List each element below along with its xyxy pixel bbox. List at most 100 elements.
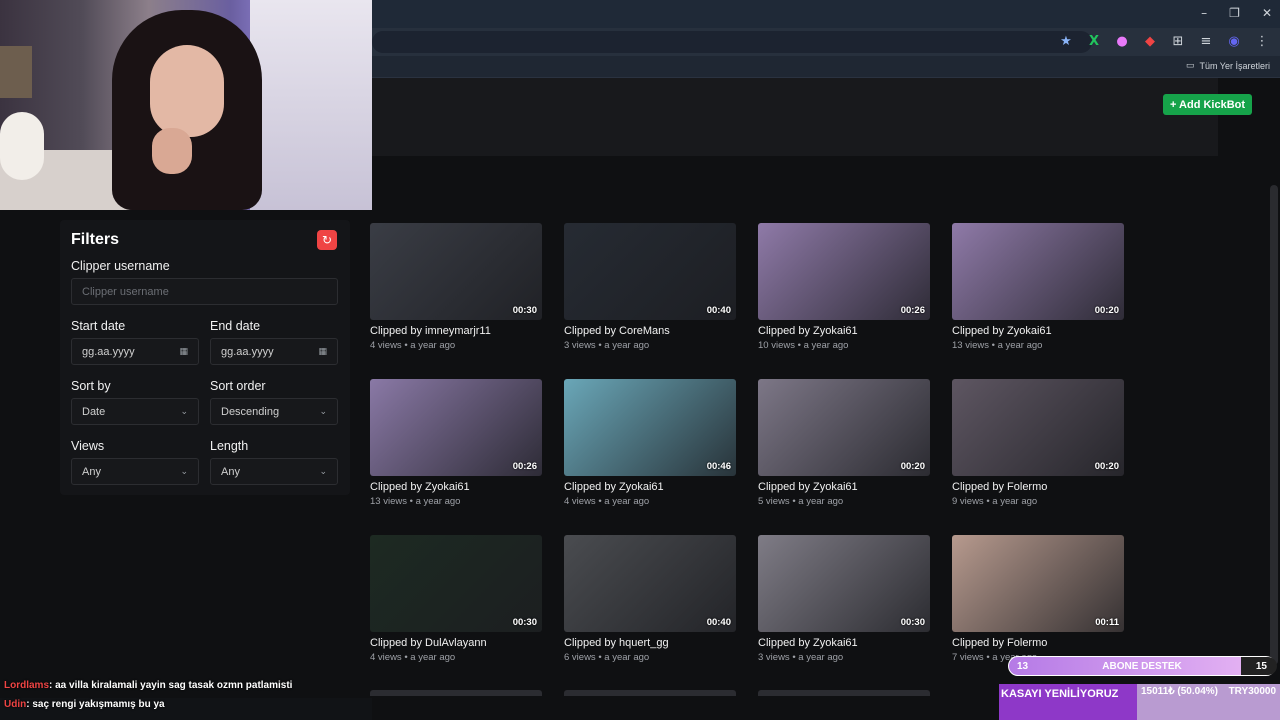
- clip-card[interactable]: 00:20 Clipped by Zyokai61 13 views • a yea…: [952, 223, 1124, 351]
- clip-duration: 00:40: [706, 305, 731, 316]
- goal-label: KASAYI YENİLİYORUZ: [999, 684, 1137, 720]
- clip-meta: 5 views • a year ago: [758, 496, 844, 507]
- chevron-down-icon: ⌄: [180, 466, 188, 477]
- sort-order-select[interactable]: Descending ⌄: [210, 398, 338, 425]
- clip-title[interactable]: Clipped by Zyokai61: [370, 481, 542, 493]
- clipper-label: Clipper username: [71, 259, 170, 273]
- clip-title[interactable]: Clipped by CoreMans: [564, 325, 736, 337]
- clip-card[interactable]: 00:20 Clipped by Folermo 9 views • a year …: [952, 379, 1124, 507]
- filters-title: Filters: [71, 231, 120, 248]
- clip-thumbnail[interactable]: 00:30: [758, 535, 930, 632]
- clip-thumbnail-partial[interactable]: [758, 690, 930, 696]
- clip-thumbnail[interactable]: 00:46: [564, 379, 736, 476]
- clip-duration: 00:20: [1094, 461, 1119, 472]
- clip-duration: 00:26: [900, 305, 925, 316]
- address-bar[interactable]: [372, 31, 1092, 53]
- clip-thumbnail-partial[interactable]: [564, 690, 736, 696]
- views-label: Views: [71, 439, 105, 453]
- clip-duration: 00:46: [706, 461, 731, 472]
- folder-icon: ▭: [1185, 60, 1195, 70]
- clip-meta: 4 views • a year ago: [564, 496, 650, 507]
- clip-meta: 9 views • a year ago: [952, 496, 1038, 507]
- close-window-button[interactable]: ✕: [1262, 6, 1272, 20]
- clip-meta: 4 views • a year ago: [370, 340, 456, 351]
- clip-thumbnail[interactable]: 00:11: [952, 535, 1124, 632]
- clip-thumbnail[interactable]: 00:26: [758, 223, 930, 320]
- clip-card[interactable]: 00:30 Clipped by DulAvlayann 4 views • a y…: [370, 535, 542, 663]
- sort-by-label: Sort by: [71, 379, 111, 393]
- pink-ext-icon[interactable]: ●: [1114, 34, 1130, 49]
- add-kickbot-button[interactable]: + Add KickBot: [1163, 94, 1252, 115]
- clip-thumbnail[interactable]: 00:20: [952, 223, 1124, 320]
- sort-order-label: Sort order: [210, 379, 266, 393]
- minimize-button[interactable]: –: [1201, 6, 1207, 20]
- x-ext-icon[interactable]: X: [1086, 34, 1102, 49]
- views-value: Any: [82, 465, 101, 478]
- clip-thumbnail[interactable]: 00:20: [952, 379, 1124, 476]
- clip-title[interactable]: Clipped by Folermo: [952, 481, 1124, 493]
- clip-title[interactable]: Clipped by hquert_gg: [564, 637, 736, 649]
- calendar-icon[interactable]: ▦: [179, 347, 188, 357]
- clip-card[interactable]: 00:30 Clipped by Zyokai61 3 views • a year…: [758, 535, 930, 663]
- clip-card[interactable]: 00:26 Clipped by Zyokai61 13 views • a yea…: [370, 379, 542, 507]
- clip-meta: 13 views • a year ago: [370, 496, 461, 507]
- page-scrollbar[interactable]: [1270, 185, 1278, 665]
- extension-icons: ★ X ● ◆ ⊞ ≡ ◉ ⋮: [1058, 34, 1270, 49]
- clip-title[interactable]: Clipped by DulAvlayann: [370, 637, 542, 649]
- clip-card[interactable]: 00:30 Clipped by imneymarjr11 4 views • a …: [370, 223, 542, 351]
- clip-card[interactable]: 00:20 Clipped by Zyokai61 5 views • a year…: [758, 379, 930, 507]
- reset-filters-button[interactable]: ↻: [317, 230, 337, 250]
- chevron-down-icon: ⌄: [319, 406, 327, 417]
- sort-by-value: Date: [82, 405, 106, 418]
- clip-title[interactable]: Clipped by Zyokai61: [758, 481, 930, 493]
- sort-by-select[interactable]: Date ⌄: [71, 398, 199, 425]
- star-icon[interactable]: ★: [1058, 34, 1074, 49]
- start-date-value: gg.aa.yyyy: [82, 345, 135, 358]
- clip-thumbnail[interactable]: 00:40: [564, 223, 736, 320]
- donation-goal-overlay: KASAYI YENİLİYORUZ 15011₺ (50.04%) TRY30…: [999, 684, 1280, 720]
- chat-user: Lordlams: [4, 680, 50, 691]
- goal-amount: 15011₺ (50.04%): [1141, 686, 1218, 697]
- clip-thumbnail[interactable]: 00:30: [370, 535, 542, 632]
- clip-title[interactable]: Clipped by Folermo: [952, 637, 1124, 649]
- start-date-input[interactable]: gg.aa.yyyy ▦: [71, 338, 199, 365]
- chat-overlay: Lordlams: aa villa kiralamali yayin sag …: [0, 680, 372, 720]
- clip-meta: 10 views • a year ago: [758, 340, 849, 351]
- clip-title[interactable]: Clipped by Zyokai61: [952, 325, 1124, 337]
- profile-icon[interactable]: ◉: [1226, 34, 1242, 49]
- donate-count-left: 13: [1017, 660, 1029, 672]
- media-icon[interactable]: ≡: [1198, 34, 1214, 49]
- clipper-username-input[interactable]: Clipper username: [71, 278, 338, 305]
- all-bookmarks[interactable]: ▭ Tüm Yer İşaretleri: [1186, 60, 1270, 71]
- puzzle-icon[interactable]: ⊞: [1170, 34, 1186, 49]
- clip-card[interactable]: 00:40 Clipped by CoreMans 3 views • a year…: [564, 223, 736, 351]
- clip-duration: 00:20: [1094, 305, 1119, 316]
- clip-card[interactable]: 00:40 Clipped by hquert_gg 6 views • a yea…: [564, 535, 736, 663]
- clip-duration: 00:30: [512, 617, 537, 628]
- clip-card[interactable]: 00:11 Clipped by Folermo 7 views • a year …: [952, 535, 1124, 663]
- clip-meta: 3 views • a year ago: [758, 652, 844, 663]
- menu-icon[interactable]: ⋮: [1254, 34, 1270, 49]
- clip-thumbnail-partial[interactable]: [370, 690, 542, 696]
- refresh-icon: ↻: [321, 233, 333, 247]
- clip-thumbnail[interactable]: 00:20: [758, 379, 930, 476]
- clip-duration: 00:30: [900, 617, 925, 628]
- red-ext-icon[interactable]: ◆: [1142, 34, 1158, 49]
- clip-title[interactable]: Clipped by Zyokai61: [564, 481, 736, 493]
- chevron-down-icon: ⌄: [180, 406, 188, 417]
- clip-meta: 4 views • a year ago: [370, 652, 456, 663]
- clip-title[interactable]: Clipped by Zyokai61: [758, 325, 930, 337]
- calendar-icon[interactable]: ▦: [318, 347, 327, 357]
- clip-title[interactable]: Clipped by imneymarjr11: [370, 325, 542, 337]
- views-select[interactable]: Any ⌄: [71, 458, 199, 485]
- clip-card[interactable]: 00:26 Clipped by Zyokai61 10 views • a yea…: [758, 223, 930, 351]
- restore-button[interactable]: ❐: [1229, 6, 1240, 20]
- clip-title[interactable]: Clipped by Zyokai61: [758, 637, 930, 649]
- clip-thumbnail[interactable]: 00:30: [370, 223, 542, 320]
- clip-thumbnail[interactable]: 00:40: [564, 535, 736, 632]
- length-select[interactable]: Any ⌄: [210, 458, 338, 485]
- end-date-input[interactable]: gg.aa.yyyy ▦: [210, 338, 338, 365]
- clip-duration: 00:30: [512, 305, 537, 316]
- clip-card[interactable]: 00:46 Clipped by Zyokai61 4 views • a year…: [564, 379, 736, 507]
- clip-thumbnail[interactable]: 00:26: [370, 379, 542, 476]
